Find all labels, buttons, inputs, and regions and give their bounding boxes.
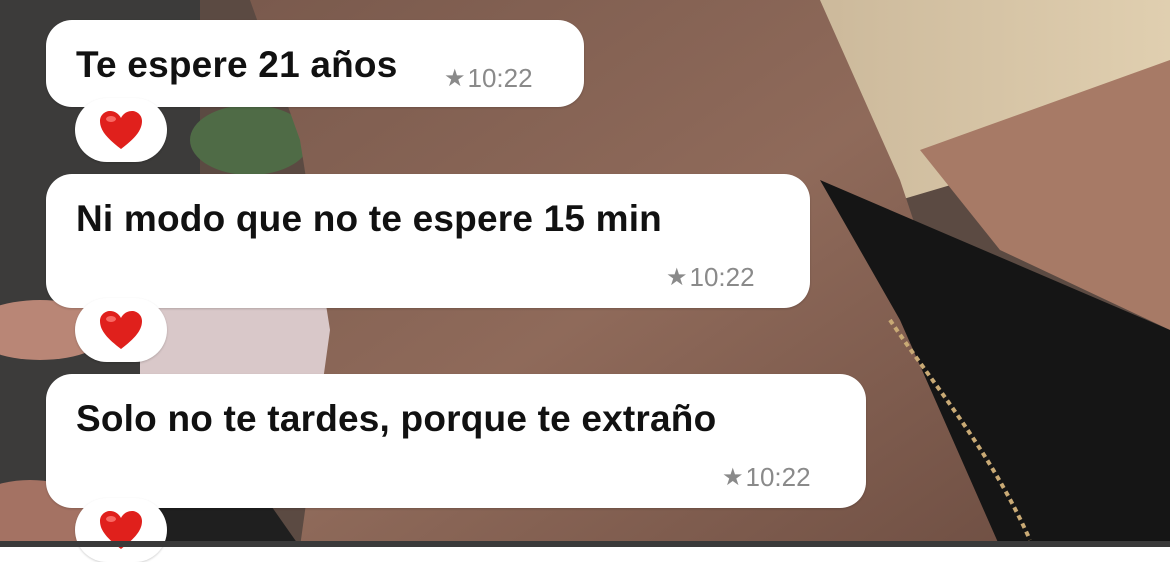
message-bubble[interactable]: Ni modo que no te espere 15 min ★ 10:22 xyxy=(46,174,810,308)
bottom-edge xyxy=(0,541,1170,547)
star-icon: ★ xyxy=(444,65,466,92)
reaction-badge[interactable] xyxy=(75,98,167,162)
reaction-badge[interactable] xyxy=(75,298,167,362)
message-meta: ★ 10:22 xyxy=(722,462,811,493)
message-text: Te espere 21 años xyxy=(76,44,398,85)
message-text: Ni modo que no te espere 15 min xyxy=(76,198,662,239)
heart-icon xyxy=(100,111,142,149)
message-text: Solo no te tardes, porque te extraño xyxy=(76,398,717,439)
star-icon: ★ xyxy=(666,264,688,291)
message-meta: ★ 10:22 xyxy=(444,63,533,94)
reaction-badge[interactable] xyxy=(75,498,167,562)
heart-icon xyxy=(100,311,142,349)
message-bubble[interactable]: Solo no te tardes, porque te extraño ★ 1… xyxy=(46,374,866,508)
message-meta: ★ 10:22 xyxy=(666,262,755,293)
message-time: 10:22 xyxy=(467,63,533,93)
message-time: 10:22 xyxy=(745,462,811,492)
message-time: 10:22 xyxy=(689,262,755,292)
star-icon: ★ xyxy=(722,464,744,491)
message-bubble[interactable]: Te espere 21 años ★ 10:22 xyxy=(46,20,584,107)
